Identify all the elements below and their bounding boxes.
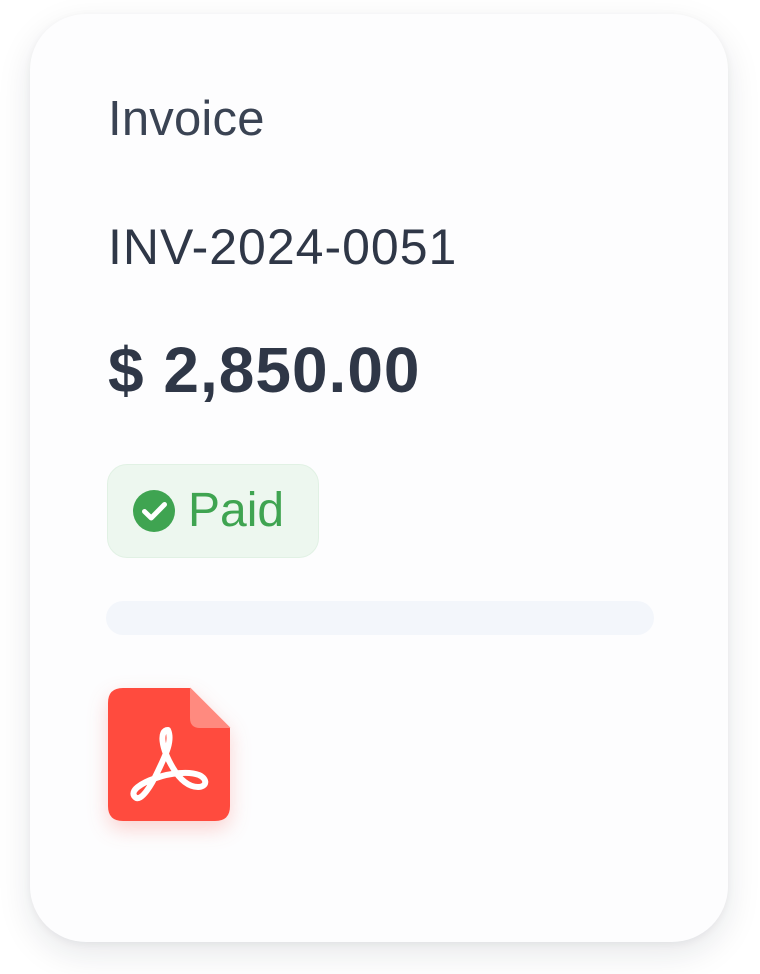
status-badge: Paid — [107, 464, 319, 558]
invoice-title: Invoice — [108, 92, 265, 146]
content-divider — [106, 601, 654, 635]
pdf-file-icon[interactable] — [107, 687, 231, 822]
invoice-card: Invoice INV-2024-0051 $ 2,850.00 Paid — [30, 14, 728, 942]
status-label: Paid — [188, 484, 285, 537]
invoice-number: INV-2024-0051 — [108, 219, 458, 275]
invoice-amount: $ 2,850.00 — [108, 334, 421, 406]
check-circle-icon — [133, 490, 175, 532]
